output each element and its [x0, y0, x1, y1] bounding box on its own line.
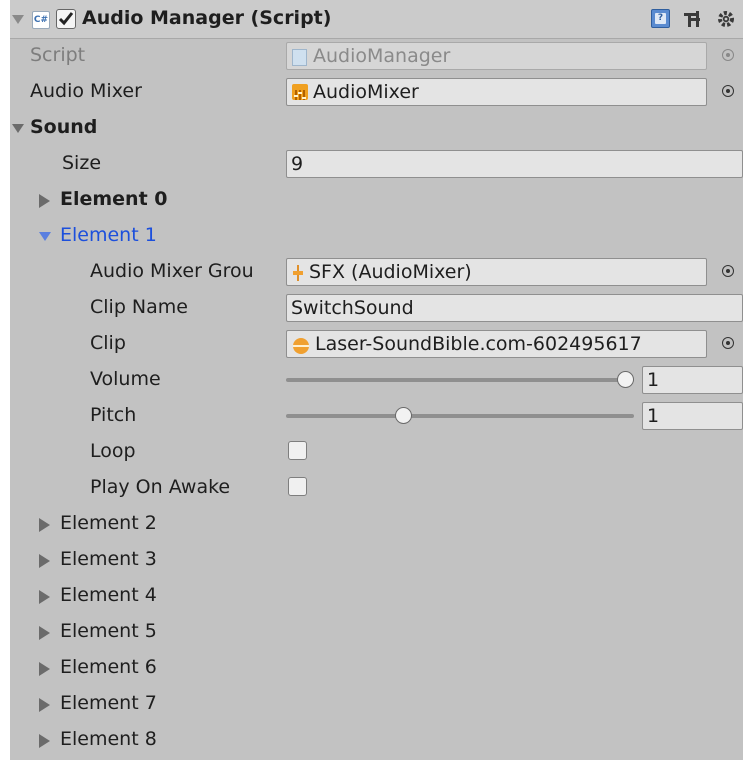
element-foldout[interactable]: Element 4: [10, 578, 743, 614]
element-0-arrow-icon[interactable]: [39, 194, 50, 208]
audio-mixer-asset-icon: [292, 84, 308, 100]
clip-field[interactable]: Laser-SoundBible.com-602495617: [286, 330, 707, 358]
audio-clip-icon: [292, 336, 310, 354]
loop-label: Loop: [90, 440, 136, 462]
audio-mixer-field[interactable]: AudioMixer: [286, 78, 707, 106]
foldout-arrow-icon[interactable]: [12, 15, 24, 24]
element-arrow-icon[interactable]: [39, 698, 50, 712]
element-arrow-icon[interactable]: [39, 626, 50, 640]
element-label: Element 7: [60, 692, 157, 714]
size-field[interactable]: 9: [286, 150, 743, 178]
element-foldout[interactable]: Element 8: [10, 722, 743, 758]
element-foldout[interactable]: Element 6: [10, 650, 743, 686]
volume-field-value: 1: [647, 369, 660, 391]
element-label: Element 3: [60, 548, 157, 570]
presets-icon[interactable]: [682, 9, 702, 29]
element-1-arrow-icon[interactable]: [39, 232, 51, 241]
mixer-group-row: Audio Mixer Grou SFX (AudioMixer): [10, 254, 743, 290]
clip-name-field[interactable]: SwitchSound: [286, 294, 743, 322]
size-field-value: 9: [291, 153, 304, 175]
component-title: Audio Manager (Script): [82, 7, 332, 29]
sound-foldout-arrow-icon[interactable]: [12, 124, 24, 133]
mixer-group-field-value: SFX (AudioMixer): [309, 261, 472, 283]
clip-name-label: Clip Name: [90, 296, 188, 318]
pitch-row: Pitch 1: [10, 398, 743, 434]
script-label: Script: [30, 44, 86, 66]
component-header[interactable]: C# Audio Manager (Script) ?: [10, 0, 743, 39]
element-arrow-icon[interactable]: [39, 518, 50, 532]
sound-foldout[interactable]: Sound: [10, 110, 743, 146]
element-label: Element 4: [60, 584, 157, 606]
mixer-group-picker-icon[interactable]: [722, 265, 734, 277]
element-0-foldout[interactable]: Element 0: [10, 182, 743, 218]
element-1-foldout[interactable]: Element 1: [10, 218, 743, 254]
script-picker-icon: [722, 49, 734, 61]
element-foldout[interactable]: Element 5: [10, 614, 743, 650]
element-arrow-icon[interactable]: [39, 590, 50, 604]
clip-name-row: Clip Name SwitchSound: [10, 290, 743, 326]
element-arrow-icon[interactable]: [39, 662, 50, 676]
loop-row: Loop: [10, 434, 743, 470]
pitch-slider-track[interactable]: [286, 414, 634, 418]
pitch-slider-thumb[interactable]: [395, 407, 413, 424]
volume-field[interactable]: 1: [642, 366, 743, 394]
element-foldout[interactable]: Element 3: [10, 542, 743, 578]
checkmark-icon: [58, 12, 74, 26]
element-label: Element 8: [60, 728, 157, 750]
element-foldout[interactable]: Element 7: [10, 686, 743, 722]
mixer-group-icon: [292, 263, 304, 281]
volume-label: Volume: [90, 368, 161, 390]
clip-name-field-value: SwitchSound: [291, 297, 414, 319]
play-on-awake-label: Play On Awake: [90, 476, 231, 498]
sound-label: Sound: [30, 116, 98, 138]
size-row: Size 9: [10, 146, 743, 182]
play-on-awake-row: Play On Awake: [10, 470, 743, 506]
element-label: Element 5: [60, 620, 157, 642]
script-row: Script AudioManager: [10, 38, 743, 74]
pitch-field[interactable]: 1: [642, 402, 743, 430]
clip-field-value: Laser-SoundBible.com-602495617: [315, 333, 642, 355]
mixer-group-label: Audio Mixer Grou: [90, 260, 254, 282]
gear-icon[interactable]: [714, 7, 743, 31]
audio-mixer-label: Audio Mixer: [30, 80, 142, 102]
element-0-label: Element 0: [60, 188, 168, 210]
element-arrow-icon[interactable]: [39, 554, 50, 568]
clip-row: Clip Laser-SoundBible.com-602495617: [10, 326, 743, 362]
element-label: Element 6: [60, 656, 157, 678]
loop-checkbox[interactable]: [288, 441, 307, 460]
size-label: Size: [62, 152, 102, 174]
volume-slider-track[interactable]: [286, 378, 634, 382]
element-1-label: Element 1: [60, 224, 157, 246]
csharp-script-icon: C#: [32, 11, 50, 29]
pitch-field-value: 1: [647, 405, 660, 427]
enabled-checkbox[interactable]: [56, 9, 76, 29]
inspector-panel: C# Audio Manager (Script) ? Script Audio…: [10, 0, 743, 760]
element-arrow-icon[interactable]: [39, 734, 50, 748]
element-label: Element 2: [60, 512, 157, 534]
clip-picker-icon[interactable]: [722, 337, 734, 349]
audio-mixer-row: Audio Mixer AudioMixer: [10, 74, 743, 110]
pitch-label: Pitch: [90, 404, 137, 426]
mixer-group-field[interactable]: SFX (AudioMixer): [286, 258, 707, 286]
volume-row: Volume 1: [10, 362, 743, 398]
script-field-value: AudioManager: [313, 45, 451, 67]
help-icon[interactable]: ?: [651, 9, 670, 28]
audio-mixer-field-value: AudioMixer: [313, 81, 419, 103]
play-on-awake-checkbox[interactable]: [288, 477, 307, 496]
clip-label: Clip: [90, 332, 126, 354]
element-foldout[interactable]: Element 2: [10, 506, 743, 542]
script-asset-icon: [292, 49, 307, 66]
script-field: AudioManager: [286, 42, 707, 70]
audio-mixer-picker-icon[interactable]: [722, 85, 734, 97]
volume-slider-thumb[interactable]: [617, 371, 634, 388]
